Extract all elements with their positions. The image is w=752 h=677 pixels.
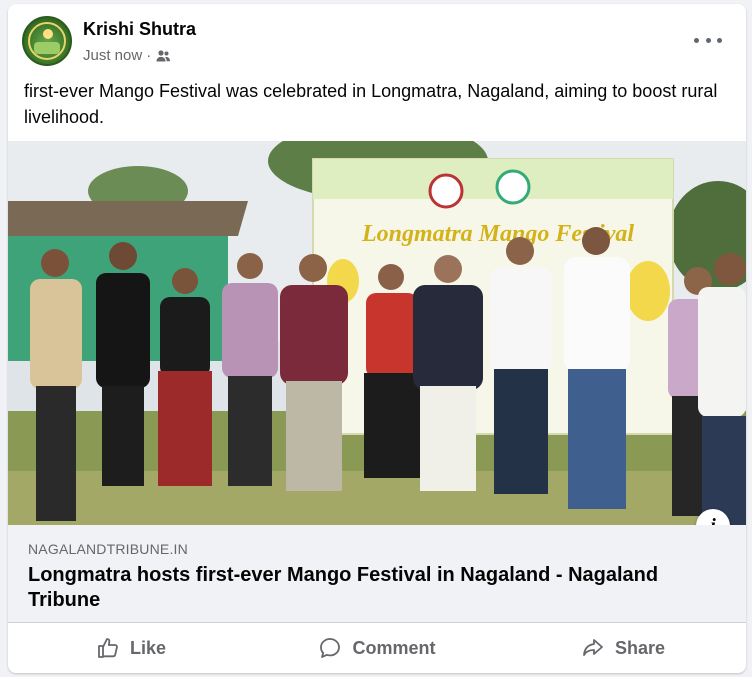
comment-label: Comment xyxy=(352,637,436,658)
link-domain: NAGALANDTRIBUNE.IN xyxy=(28,541,188,557)
post-meta: Just now · xyxy=(83,47,171,64)
more-dot xyxy=(717,37,722,43)
link-title[interactable]: Longmatra hosts first-ever Mango Festiva… xyxy=(28,563,718,613)
more-dot xyxy=(694,37,699,43)
friends-icon[interactable] xyxy=(155,49,171,63)
post-card: Krishi Shutra Just now · first-ever Mang… xyxy=(8,4,746,673)
thumbs-up-icon xyxy=(98,638,118,658)
more-dot xyxy=(705,37,711,43)
post-timestamp[interactable]: Just now xyxy=(83,47,142,64)
meta-separator: · xyxy=(146,47,152,64)
banner-top xyxy=(313,159,673,199)
avatar-sun xyxy=(43,29,53,39)
like-label: Like xyxy=(129,637,167,658)
like-button[interactable]: Like xyxy=(8,628,254,668)
comment-button[interactable]: Comment xyxy=(254,628,500,668)
share-icon xyxy=(583,639,603,656)
post-caption: first-ever Mango Festival was celebrated… xyxy=(24,81,718,127)
avatar-field xyxy=(34,42,60,54)
comment-icon xyxy=(320,638,341,658)
page-avatar[interactable] xyxy=(22,16,72,66)
thatched-roof xyxy=(8,201,248,236)
share-button[interactable]: Share xyxy=(500,628,746,668)
author-name[interactable]: Krishi Shutra xyxy=(83,19,196,40)
post-photo[interactable]: Longmatra Mango Festival xyxy=(8,141,746,525)
share-label: Share xyxy=(614,637,666,658)
banner-logo xyxy=(495,169,531,205)
link-preview[interactable]: NAGALANDTRIBUNE.IN Longmatra hosts first… xyxy=(8,525,746,623)
avatar-ring xyxy=(28,22,66,60)
mango-art xyxy=(626,261,670,321)
festival-photo: Longmatra Mango Festival xyxy=(8,141,746,525)
post-header: Krishi Shutra Just now · xyxy=(8,4,746,76)
banner-logo xyxy=(428,173,464,209)
more-options-icon[interactable] xyxy=(694,28,722,52)
post-actions: Like Comment Share xyxy=(8,628,746,668)
